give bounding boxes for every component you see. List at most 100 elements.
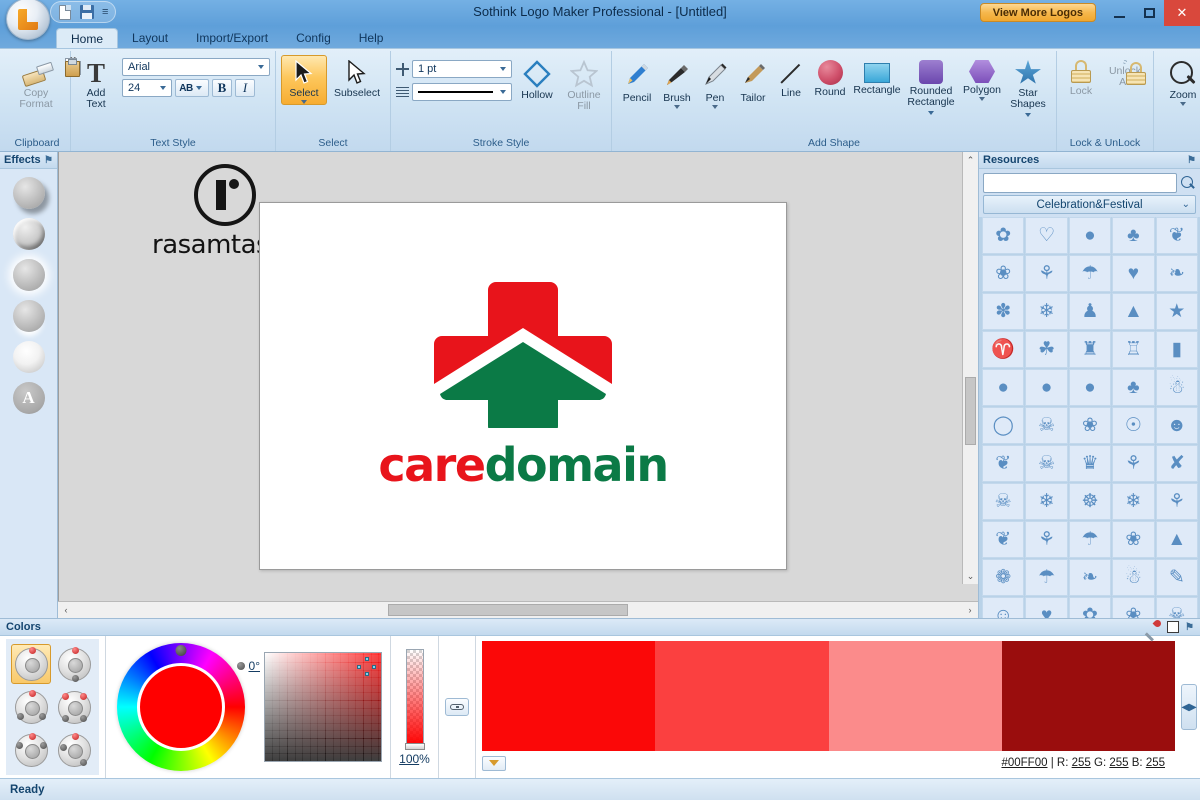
round-shape[interactable]: Round bbox=[809, 55, 851, 99]
resource-icon-32[interactable]: ♛ bbox=[1068, 445, 1112, 482]
resource-icon-20[interactable]: ● bbox=[982, 369, 1025, 406]
resource-icon-13[interactable]: ▲ bbox=[1112, 293, 1155, 330]
resource-icon-52[interactable]: ✿ bbox=[1068, 597, 1112, 618]
resource-icon-54[interactable]: ☠ bbox=[1155, 597, 1198, 618]
resource-icon-45[interactable]: ❁ bbox=[982, 559, 1025, 596]
scroll-right-arrow[interactable]: › bbox=[962, 605, 978, 615]
color-mode-triad[interactable] bbox=[11, 687, 51, 727]
pin-icon[interactable]: ⚑ bbox=[1185, 622, 1194, 633]
resource-icon-15[interactable]: ♈ bbox=[982, 331, 1025, 368]
resource-icon-14[interactable]: ★ bbox=[1155, 293, 1198, 330]
resource-icon-8[interactable]: ♥ bbox=[1112, 255, 1155, 292]
resource-icon-26[interactable]: ☠ bbox=[1025, 407, 1068, 444]
hollow-button[interactable]: Hollow bbox=[516, 55, 558, 102]
resource-icon-7[interactable]: ☂ bbox=[1068, 255, 1112, 292]
canvas-area[interactable]: rasamtasvir caredomain ⌃ ⌄ bbox=[58, 152, 978, 601]
tab-layout[interactable]: Layout bbox=[118, 28, 182, 48]
chevron-down-icon[interactable] bbox=[1025, 113, 1031, 118]
resource-icon-23[interactable]: ♣ bbox=[1112, 369, 1155, 406]
star-shapes[interactable]: Star Shapes bbox=[1005, 55, 1051, 122]
color-mode-complement[interactable] bbox=[54, 644, 94, 684]
brush-tool[interactable]: Brush bbox=[657, 55, 697, 110]
vertical-scroll-thumb[interactable] bbox=[965, 377, 976, 445]
hue-wheel-container[interactable]: 0° bbox=[106, 643, 260, 771]
resource-icon-46[interactable]: ☂ bbox=[1025, 559, 1068, 596]
resource-icon-3[interactable]: ♣ bbox=[1112, 217, 1155, 254]
resources-category-select[interactable]: Celebration&Festival ⌄ bbox=[983, 195, 1196, 214]
stroke-dash-select[interactable] bbox=[412, 83, 512, 101]
rectangle-shape[interactable]: Rectangle bbox=[851, 55, 903, 97]
pencil-tool[interactable]: Pencil bbox=[617, 55, 657, 105]
swatch-dropdown-button[interactable] bbox=[482, 755, 506, 771]
resources-search-input[interactable] bbox=[983, 173, 1177, 193]
chevron-down-icon[interactable] bbox=[1180, 102, 1186, 106]
search-icon[interactable] bbox=[1180, 175, 1196, 191]
resource-icon-11[interactable]: ❄ bbox=[1025, 293, 1068, 330]
resource-icon-36[interactable]: ❄ bbox=[1025, 483, 1068, 520]
effect-glow[interactable] bbox=[12, 259, 45, 291]
chevron-down-icon[interactable] bbox=[674, 105, 680, 109]
resource-icon-21[interactable]: ● bbox=[1025, 369, 1068, 406]
link-colors-button[interactable] bbox=[445, 698, 469, 716]
resource-icon-33[interactable]: ⚘ bbox=[1112, 445, 1155, 482]
resource-icon-31[interactable]: ☠ bbox=[1025, 445, 1068, 482]
hue-wheel[interactable] bbox=[117, 643, 245, 771]
resources-icon-grid[interactable]: ✿ ♡ ● ♣ ❦ ❀ ⚘ ☂ ♥ ❧ ✽ ❄ ♟ ▲ ★ ♈ ☘ ♜ ♖ ▮ ● ● ● ♣ ☃ ◯ ☠ ❀ ☉ ☻ ❦ ☠ ♛ ⚘ ✘ ☠ ❄ ☸ ❄ ⚘… bbox=[979, 217, 1200, 618]
chevron-down-icon[interactable] bbox=[301, 100, 307, 104]
chevron-down-icon[interactable] bbox=[979, 97, 985, 101]
resource-icon-44[interactable]: ▲ bbox=[1155, 521, 1198, 558]
resource-icon-6[interactable]: ⚘ bbox=[1025, 255, 1068, 292]
font-family-select[interactable]: Arial bbox=[122, 58, 270, 76]
color-mode-analogous[interactable] bbox=[11, 730, 51, 770]
resource-icon-17[interactable]: ♜ bbox=[1068, 331, 1112, 368]
eyedropper-icon[interactable] bbox=[1146, 620, 1161, 634]
chevron-down-icon[interactable] bbox=[712, 105, 718, 109]
swatch-row[interactable] bbox=[482, 641, 1175, 751]
color-swatch-1[interactable] bbox=[655, 641, 829, 751]
add-text-button[interactable]: T Add Text bbox=[76, 55, 116, 111]
chevron-down-icon[interactable] bbox=[928, 111, 934, 116]
color-mode-single[interactable] bbox=[11, 644, 51, 684]
effect-gradient[interactable] bbox=[12, 341, 45, 373]
logo-text[interactable]: caredomain bbox=[378, 438, 669, 492]
resource-icon-9[interactable]: ❧ bbox=[1155, 255, 1198, 292]
cross-arrow-logo-mark[interactable] bbox=[434, 280, 612, 434]
resource-icon-5[interactable]: ❀ bbox=[982, 255, 1025, 292]
select-tool-button[interactable]: Select bbox=[281, 55, 327, 105]
resource-icon-49[interactable]: ✎ bbox=[1155, 559, 1198, 596]
resource-icon-24[interactable]: ☃ bbox=[1155, 369, 1198, 406]
tab-config[interactable]: Config bbox=[282, 28, 345, 48]
horizontal-scroll-thumb[interactable] bbox=[388, 604, 628, 616]
resource-icon-22[interactable]: ● bbox=[1068, 369, 1112, 406]
resource-icon-50[interactable]: ☺ bbox=[982, 597, 1025, 618]
resource-icon-19[interactable]: ▮ bbox=[1155, 331, 1198, 368]
colors-collapse-button[interactable]: ◀▶ bbox=[1181, 684, 1197, 730]
tab-help[interactable]: Help bbox=[345, 28, 398, 48]
resource-icon-43[interactable]: ❀ bbox=[1112, 521, 1155, 558]
resource-icon-4[interactable]: ❦ bbox=[1155, 217, 1198, 254]
color-swatch-3[interactable] bbox=[1001, 641, 1175, 751]
letter-spacing-button[interactable]: AB bbox=[175, 79, 209, 97]
resource-icon-0[interactable]: ✿ bbox=[982, 217, 1025, 254]
hue-wheel-knob[interactable] bbox=[175, 645, 187, 656]
resource-icon-41[interactable]: ⚘ bbox=[1025, 521, 1068, 558]
resource-icon-27[interactable]: ❀ bbox=[1068, 407, 1112, 444]
unlock-all-button[interactable]: Unlock All bbox=[1102, 55, 1148, 89]
resource-icon-10[interactable]: ✽ bbox=[982, 293, 1025, 330]
rounded-rectangle-shape[interactable]: Rounded Rectangle bbox=[903, 55, 959, 120]
color-mode-split[interactable] bbox=[54, 730, 94, 770]
resource-icon-25[interactable]: ◯ bbox=[982, 407, 1025, 444]
resource-icon-40[interactable]: ❦ bbox=[982, 521, 1025, 558]
effect-reflection[interactable] bbox=[12, 300, 45, 332]
font-size-select[interactable]: 24 bbox=[122, 79, 172, 97]
resource-icon-12[interactable]: ♟ bbox=[1068, 293, 1112, 330]
color-swatch-2[interactable] bbox=[828, 641, 1002, 751]
resource-icon-48[interactable]: ☃ bbox=[1112, 559, 1155, 596]
color-swatch-0[interactable] bbox=[482, 641, 656, 751]
stroke-width-select[interactable]: 1 pt bbox=[412, 60, 512, 78]
resource-icon-29[interactable]: ☻ bbox=[1155, 407, 1198, 444]
canvas-vertical-scrollbar[interactable]: ⌃ ⌄ bbox=[962, 152, 978, 584]
alpha-slider[interactable] bbox=[404, 648, 425, 750]
resource-icon-37[interactable]: ☸ bbox=[1068, 483, 1112, 520]
effect-drop-shadow[interactable] bbox=[12, 177, 45, 209]
